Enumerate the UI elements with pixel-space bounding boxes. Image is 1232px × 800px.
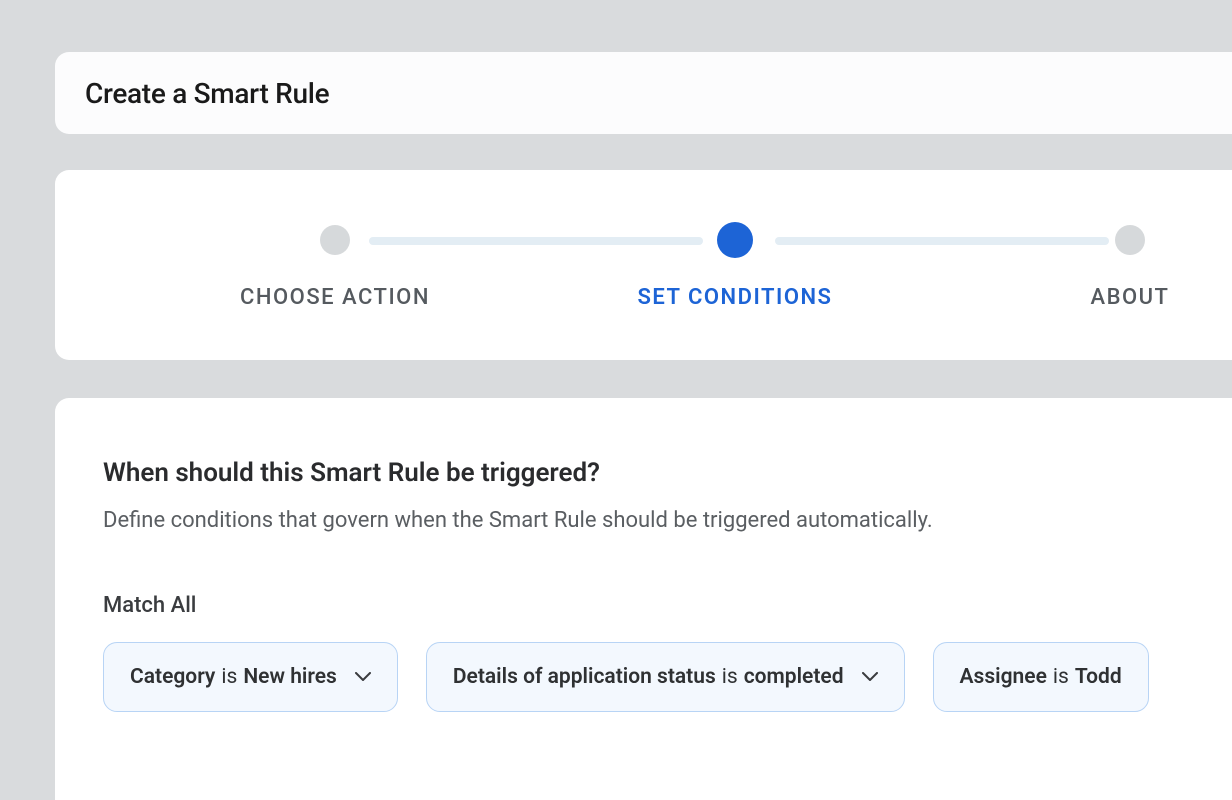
chevron-down-icon (862, 672, 878, 682)
condition-pill-assignee[interactable]: Assignee is Todd (933, 642, 1149, 712)
stepper-step-choose-action[interactable] (320, 225, 350, 255)
stepper-step-about[interactable] (1115, 225, 1145, 255)
conditions-description: Define conditions that govern when the S… (103, 508, 1184, 533)
stepper-line (369, 237, 703, 245)
stepper-label-set-conditions[interactable]: SET CONDITIONS (638, 285, 833, 310)
condition-operator: is (221, 665, 237, 689)
stepper-line (775, 237, 1109, 245)
condition-operator: is (722, 665, 738, 689)
condition-field: Details of application status (453, 665, 716, 689)
condition-value: New hires (243, 665, 337, 689)
condition-value: Todd (1075, 665, 1122, 689)
stepper-dot (320, 225, 350, 255)
stepper-label-about[interactable]: ABOUT (1091, 285, 1170, 310)
condition-pill-category[interactable]: Category is New hires (103, 642, 398, 712)
condition-operator: is (1053, 665, 1069, 689)
conditions-heading: When should this Smart Rule be triggered… (103, 458, 1184, 488)
page-title: Create a Smart Rule (85, 77, 329, 110)
condition-pill-application-status[interactable]: Details of application status is complet… (426, 642, 905, 712)
stepper-step-set-conditions[interactable] (717, 225, 753, 255)
stepper-label-choose-action[interactable]: CHOOSE ACTION (240, 285, 430, 310)
condition-field: Assignee (960, 665, 1047, 689)
condition-pills-row: Category is New hires Details of applica… (103, 642, 1184, 712)
condition-field: Category (130, 665, 215, 689)
header-card: Create a Smart Rule (55, 52, 1232, 134)
stepper-dot-active (717, 222, 753, 258)
stepper-dot (1115, 225, 1145, 255)
stepper-card: CHOOSE ACTION SET CONDITIONS ABOUT (55, 170, 1232, 360)
match-mode-label: Match All (103, 593, 1184, 618)
chevron-down-icon (355, 672, 371, 682)
conditions-card: When should this Smart Rule be triggered… (55, 398, 1232, 800)
condition-value: completed (744, 665, 844, 689)
